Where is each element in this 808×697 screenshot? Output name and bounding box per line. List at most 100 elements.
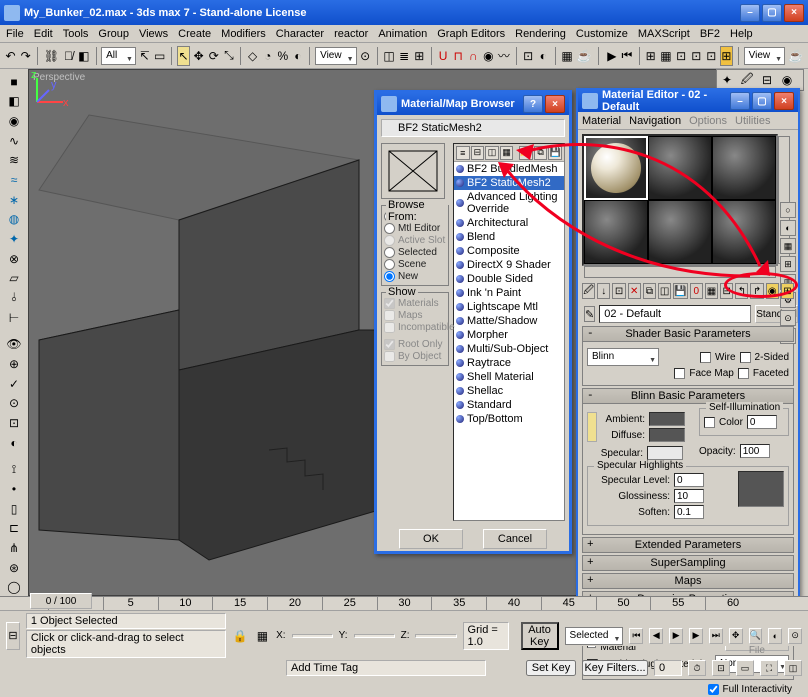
assign-to-sel-icon[interactable]: ⊡ [612, 283, 625, 299]
safe-frame-button[interactable]: ▦ [659, 46, 672, 66]
nav-max-icon[interactable]: ⛶ [760, 660, 778, 676]
nav-zoom-icon[interactable]: 🔍 [749, 628, 763, 644]
list-open-icon[interactable]: 📂 [519, 146, 533, 160]
material-type-item[interactable]: DirectX 9 Shader [454, 258, 564, 272]
add-time-tag[interactable]: Add Time Tag [286, 660, 486, 676]
reactor-prop-icon[interactable]: ⊛ [4, 559, 24, 577]
menu-bf2[interactable]: BF2 [700, 28, 720, 40]
reactor-toy-icon[interactable]: ◍ [4, 210, 24, 228]
menu-maxscript[interactable]: MAXScript [638, 28, 690, 40]
selection-filter-dropdown[interactable]: All [101, 47, 136, 65]
goto-start-icon[interactable]: ⏮ [629, 628, 643, 644]
reactor-point-icon[interactable]: • [4, 480, 24, 498]
align-button[interactable]: ≣ [398, 46, 411, 66]
percent-snap[interactable]: % [276, 46, 289, 66]
select-move-button[interactable]: ↖ [177, 46, 190, 66]
schematic-button[interactable]: ⊡ [522, 46, 535, 66]
lock-selection-icon[interactable]: 🔒 [232, 626, 249, 646]
reactor-soft-icon[interactable]: ◉ [4, 112, 24, 130]
scale-button[interactable]: ⤡ [222, 46, 235, 66]
self-illum-spinner[interactable] [747, 415, 777, 429]
key-filters-button[interactable]: Key Filters... [582, 660, 648, 676]
browse-selected-radio[interactable] [384, 247, 395, 258]
current-frame-field[interactable]: 0 [654, 660, 682, 676]
browse-mtl-editor-radio[interactable] [384, 223, 395, 234]
reactor-car-icon[interactable]: ⊏ [4, 520, 24, 538]
go-parent-icon[interactable]: ↰ [735, 283, 748, 299]
reactor-util2-icon[interactable]: ⊡ [4, 414, 24, 432]
slots-scroll-h[interactable] [584, 266, 776, 278]
material-slot-6[interactable] [712, 200, 776, 264]
material-editor-button[interactable]: ◐ [537, 46, 550, 66]
put-to-lib-icon[interactable]: 💾 [673, 283, 687, 299]
ambient-swatch[interactable] [649, 412, 685, 426]
reactor-prism-icon[interactable]: ▯ [4, 500, 24, 518]
reactor-motor-icon[interactable]: ⊗ [4, 250, 24, 268]
menu-reactor[interactable]: reactor [334, 28, 368, 40]
wire-check[interactable] [700, 352, 711, 363]
reactor-spring-icon[interactable]: ⫰ [4, 289, 24, 307]
nav-fov-icon[interactable]: ◐ [768, 628, 782, 644]
backlight-icon[interactable]: ◐ [780, 220, 796, 236]
reactor-fracture-icon[interactable]: ✦ [4, 230, 24, 248]
render-scene-button[interactable]: ▦ [560, 46, 573, 66]
spinner-snap[interactable]: ◐ [291, 46, 304, 66]
material-slot-3[interactable] [712, 136, 776, 200]
menu-graph-editors[interactable]: Graph Editors [437, 28, 505, 40]
minimize-button[interactable]: – [740, 4, 760, 22]
maps-header[interactable]: +Maps [582, 573, 794, 589]
mat-editor-close-button[interactable]: × [774, 92, 794, 110]
material-name-input[interactable] [599, 305, 751, 323]
reactor-rag-icon[interactable]: ⋔ [4, 539, 24, 557]
select-by-mat-icon[interactable]: ⊙ [780, 310, 796, 326]
material-type-item[interactable]: Morpher [454, 328, 564, 342]
reactor-rope-icon[interactable]: ∿ [4, 132, 24, 150]
menu-modifiers[interactable]: Modifiers [221, 28, 266, 40]
face-map-check[interactable] [674, 368, 685, 379]
z-coord-field[interactable] [415, 634, 456, 638]
mat-editor-max-button[interactable]: ▢ [752, 92, 772, 110]
reactor-util1-icon[interactable]: ⊙ [4, 394, 24, 412]
select-button[interactable]: ↸ [138, 46, 151, 66]
menu-tools[interactable]: Tools [63, 28, 89, 40]
pick-from-object-icon[interactable]: ✎ [584, 306, 595, 322]
link-button[interactable]: ⛓ [43, 46, 60, 66]
goto-end-icon[interactable]: ⏭ [709, 628, 723, 644]
mat-id-icon[interactable]: 0 [690, 283, 703, 299]
hierarchy-tab-icon[interactable]: ⊟ [757, 70, 777, 90]
grid-align-button[interactable]: ⊞ [644, 46, 657, 66]
time-slider[interactable]: 0 / 100 [30, 593, 92, 609]
specular-level-spinner[interactable] [674, 473, 704, 487]
reactor-util3-icon[interactable]: ◐ [4, 434, 24, 452]
dialog2-button[interactable]: ⊡ [690, 46, 703, 66]
material-type-item[interactable]: Raytrace [454, 356, 564, 370]
material-type-item[interactable]: Architectural [454, 216, 564, 230]
array-button[interactable]: ⊞ [413, 46, 426, 66]
list-view-icons-icon[interactable]: ◫ [485, 146, 499, 160]
menu-create[interactable]: Create [178, 28, 211, 40]
specular-swatch[interactable] [647, 446, 683, 460]
me-menu-material[interactable]: Material [582, 115, 621, 127]
diffuse-swatch[interactable] [649, 428, 685, 442]
undo-button[interactable]: ↶ [4, 46, 17, 66]
list-view-list-icon[interactable]: ⊟ [471, 146, 485, 160]
key-mode-dropdown[interactable]: Selected [565, 627, 624, 645]
redo-button[interactable]: ↷ [19, 46, 32, 66]
dialog3-button[interactable]: ⊡ [705, 46, 718, 66]
show-end-icon[interactable]: ⊟ [720, 283, 733, 299]
reactor-cloth-icon[interactable]: ◧ [4, 93, 24, 111]
mat-editor-min-button[interactable]: – [730, 92, 750, 110]
material-type-item[interactable]: Shellac [454, 384, 564, 398]
use-center-button[interactable]: ⊙ [359, 46, 372, 66]
make-unique-icon[interactable]: ◫ [658, 283, 671, 299]
material-type-item[interactable]: Top/Bottom [454, 412, 564, 426]
material-type-item[interactable]: Double Sided [454, 272, 564, 286]
background-icon[interactable]: ▦ [780, 238, 796, 254]
self-illum-color-check[interactable] [704, 417, 715, 428]
menu-edit[interactable]: Edit [34, 28, 53, 40]
snap-toggle[interactable]: ◇ [246, 46, 259, 66]
layers-button[interactable]: ∩ [467, 46, 480, 66]
menu-views[interactable]: Views [139, 28, 168, 40]
sample-uv-icon[interactable]: ⊞ [780, 256, 796, 272]
nav-zoom-ext-icon[interactable]: ⊡ [712, 660, 730, 676]
